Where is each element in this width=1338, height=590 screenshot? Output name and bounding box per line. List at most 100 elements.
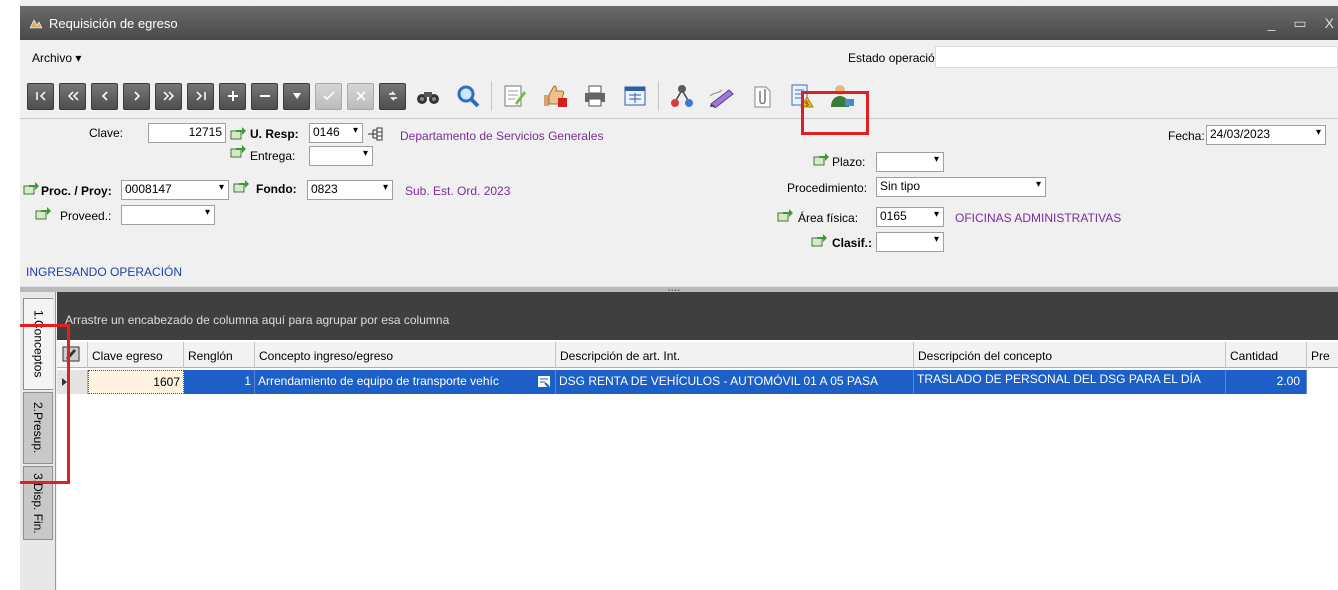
minimize-button[interactable]: _: [1268, 15, 1276, 31]
estado-operacion-field[interactable]: [935, 46, 1338, 68]
menu-archivo[interactable]: Archivo ▾: [32, 51, 81, 65]
plazo-combo[interactable]: ▾: [876, 152, 944, 172]
chevron-down-icon[interactable]: ▾: [934, 154, 939, 165]
chevron-down-icon[interactable]: ▾: [934, 234, 939, 245]
cell-clave-egreso[interactable]: 1607: [88, 370, 184, 394]
chevron-down-icon[interactable]: ▾: [383, 182, 388, 193]
estado-operacion-label: Estado operación: [848, 51, 942, 65]
cell-renglon[interactable]: 1: [184, 370, 255, 394]
area-fisica-combo[interactable]: 0165 ▾: [876, 207, 944, 227]
col-descripcion-art[interactable]: Descripción de art. Int.: [556, 342, 914, 368]
chevron-down-icon[interactable]: ▾: [1316, 127, 1321, 138]
app-icon: [29, 16, 43, 30]
first-record-button[interactable]: [27, 82, 54, 110]
entrega-combo[interactable]: ▾: [309, 146, 373, 166]
uresp-value: 0146: [313, 125, 340, 139]
proc-proy-value: 0008147: [125, 182, 172, 196]
col-cantidad[interactable]: Cantidad: [1226, 342, 1307, 368]
clasif-combo[interactable]: ▾: [876, 232, 944, 252]
cell-cantidad-text: 2.00: [1276, 374, 1300, 388]
operation-status: INGRESANDO OPERACIÓN: [26, 265, 183, 279]
delete-record-button[interactable]: [251, 82, 278, 110]
uresp-combo[interactable]: 0146 ▾: [309, 123, 363, 143]
thumbs-up-icon[interactable]: [538, 79, 572, 113]
next-page-button[interactable]: [155, 82, 182, 110]
prev-page-button[interactable]: [59, 82, 86, 110]
chevron-down-icon[interactable]: ▾: [353, 125, 358, 136]
navigate-icon[interactable]: [813, 153, 829, 167]
entrega-label: Entrega:: [250, 149, 296, 163]
navigate-icon[interactable]: [233, 180, 249, 194]
cell-descripcion-concepto[interactable]: TRASLADO DE PERSONAL DEL DSG PARA EL DÍA: [914, 370, 1226, 394]
toolbar: $: [20, 76, 1338, 116]
pen-signature-icon[interactable]: [705, 79, 739, 113]
grid-header: Clave egreso Renglón Concepto ingreso/eg…: [57, 342, 1338, 368]
clave-label: Clave:: [89, 126, 124, 140]
print-icon[interactable]: [578, 79, 612, 113]
document-edit-icon[interactable]: [498, 79, 532, 113]
confirm-button[interactable]: [315, 82, 342, 110]
table-row[interactable]: 1607 1 Arrendamiento de equipo de transp…: [57, 370, 1338, 394]
navigate-icon[interactable]: [230, 145, 246, 159]
clasif-label: Clasif.:: [832, 236, 873, 250]
close-button[interactable]: X: [1325, 15, 1334, 31]
window-title: Requisición de egreso: [49, 15, 178, 31]
toolbar-separator: [658, 81, 659, 111]
edit-record-button[interactable]: [283, 82, 310, 110]
refresh-button[interactable]: [379, 82, 406, 110]
chevron-down-icon[interactable]: ▾: [363, 148, 368, 159]
search-icon[interactable]: [451, 79, 485, 113]
navigate-icon[interactable]: [811, 234, 827, 248]
report-icon[interactable]: [618, 79, 652, 113]
highlight-box-signature: [801, 91, 869, 135]
col-precio[interactable]: Pre: [1307, 342, 1338, 368]
group-by-panel[interactable]: Arrastre un encabezado de columna aquí p…: [57, 292, 1338, 340]
add-record-button[interactable]: [219, 82, 246, 110]
chevron-down-icon[interactable]: ▾: [219, 182, 224, 193]
cell-cantidad[interactable]: 2.00: [1226, 370, 1307, 394]
fecha-value: 24/03/2023: [1210, 127, 1271, 141]
navigate-icon[interactable]: [230, 127, 246, 141]
area-fisica-label: Área física:: [798, 211, 859, 225]
clave-input[interactable]: 12715: [148, 123, 226, 143]
fecha-combo[interactable]: 24/03/2023 ▾: [1206, 125, 1326, 145]
org-structure-icon[interactable]: [665, 79, 699, 113]
tree-icon[interactable]: [367, 127, 383, 141]
binoculars-icon[interactable]: [411, 79, 445, 113]
cell-concepto[interactable]: Arrendamiento de equipo de transporte ve…: [255, 370, 556, 394]
chevron-down-icon[interactable]: ▾: [1036, 179, 1041, 190]
navigate-icon[interactable]: [23, 182, 39, 196]
prev-record-button[interactable]: [91, 82, 118, 110]
fondo-label: Fondo:: [256, 182, 297, 196]
proc-proy-label: Proc. / Proy:: [41, 184, 112, 198]
attachment-icon[interactable]: [745, 79, 779, 113]
navigate-icon[interactable]: [777, 209, 793, 223]
maximize-button[interactable]: ▭: [1293, 15, 1306, 32]
fecha-label: Fecha:: [1168, 129, 1205, 143]
col-concepto[interactable]: Concepto ingreso/egreso: [255, 342, 556, 368]
uresp-description: Departamento de Servicios Generales: [400, 129, 604, 143]
navigate-icon[interactable]: [35, 207, 51, 221]
plazo-label: Plazo:: [832, 155, 866, 169]
last-record-button[interactable]: [187, 82, 214, 110]
uresp-label: U. Resp:: [250, 127, 299, 141]
cell-descripcion-art[interactable]: DSG RENTA DE VEHÍCULOS - AUTOMÓVIL 01 A …: [556, 370, 914, 394]
cancel-button[interactable]: [347, 82, 374, 110]
lookup-icon[interactable]: [537, 375, 551, 388]
toolbar-separator: [491, 81, 492, 111]
fondo-value: 0823: [311, 182, 338, 196]
procedimiento-combo[interactable]: Sin tipo ▾: [876, 177, 1046, 197]
col-descripcion-concepto[interactable]: Descripción del concepto: [914, 342, 1226, 368]
proveed-combo[interactable]: ▾: [121, 205, 215, 225]
highlight-box-tabs: [20, 324, 70, 484]
col-clave-egreso[interactable]: Clave egreso: [88, 342, 184, 368]
next-record-button[interactable]: [123, 82, 150, 110]
area-fisica-description: OFICINAS ADMINISTRATIVAS: [955, 211, 1122, 225]
col-renglon[interactable]: Renglón: [184, 342, 255, 368]
chevron-down-icon[interactable]: ▾: [934, 209, 939, 220]
cell-precio[interactable]: [1307, 370, 1338, 394]
fondo-combo[interactable]: 0823 ▾: [307, 180, 393, 200]
concepts-grid: Arrastre un encabezado de columna aquí p…: [57, 292, 1338, 590]
chevron-down-icon[interactable]: ▾: [205, 207, 210, 218]
proc-proy-combo[interactable]: 0008147 ▾: [121, 180, 229, 200]
